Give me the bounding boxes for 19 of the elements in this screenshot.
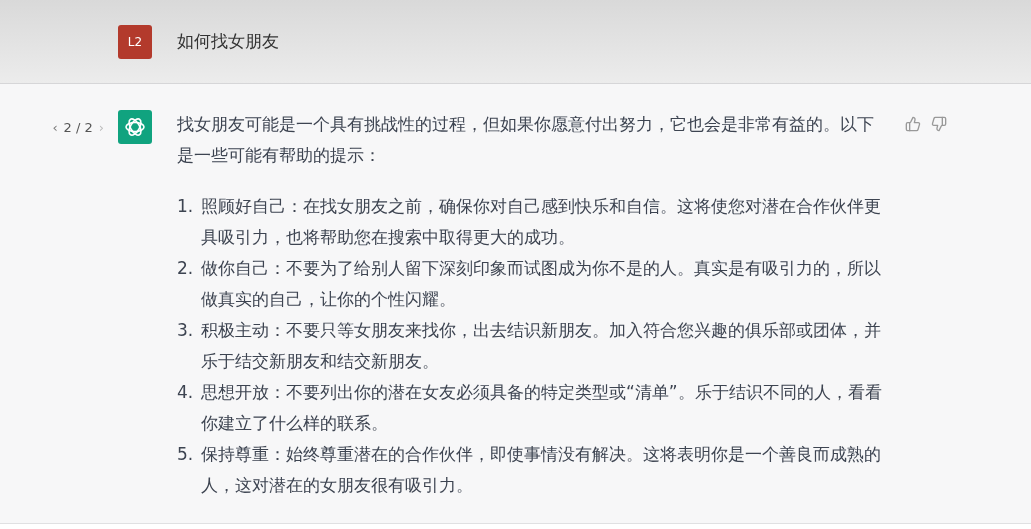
answer-intro: 找女朋友可能是一个具有挑战性的过程，但如果你愿意付出努力，它也会是非常有益的。以下是一些可能有帮助的提示： xyxy=(177,113,875,167)
list-number: 4. xyxy=(177,381,195,404)
user-avatar: L2 xyxy=(118,24,152,59)
thumbs-up-icon xyxy=(905,116,921,132)
previous-response-button[interactable]: ‹ xyxy=(52,118,58,138)
list-item-text: 积极主动：不要只等女朋友来找你，出去结识新朋友。加入符合您兴趣的俱乐部或团体，并乐于结交新朋友和结交新朋友。 xyxy=(201,319,882,373)
thumbs-down-button[interactable] xyxy=(931,116,947,132)
thumbs-up-button[interactable] xyxy=(905,116,921,132)
list-number: 3. xyxy=(177,319,195,342)
list-number: 1. xyxy=(177,195,195,218)
response-counter: 2 / 2 xyxy=(63,119,93,137)
list-number: 2. xyxy=(177,257,195,280)
list-item-text: 做你自己：不要为了给别人留下深刻印象而试图成为你不是的人。真实是有吸引力的，所以做真实的自己，让你的个性闪耀。 xyxy=(201,257,882,311)
list-item-text: 思想开放：不要列出你的潜在女友必须具备的特定类型或“清单”。乐于结识不同的人，看看你建立了什么样的联系。 xyxy=(201,381,883,435)
list-item-text: 保持尊重：始终尊重潜在的合作伙伴，即使事情没有解决。这将表明你是一个善良而成熟的人，这对潜在的女朋友很有吸引力。 xyxy=(201,443,882,497)
user-question: 如何找女朋友 xyxy=(177,29,279,53)
list-number: 5. xyxy=(177,443,195,466)
thumbs-down-icon xyxy=(931,116,947,132)
list-item-text: 照顾好自己：在找女朋友之前，确保你对自己感到快乐和自信。这将使您对潜在合作伙伴更具吸引力，也将帮助您在搜索中取得更大的成功。 xyxy=(201,195,882,249)
